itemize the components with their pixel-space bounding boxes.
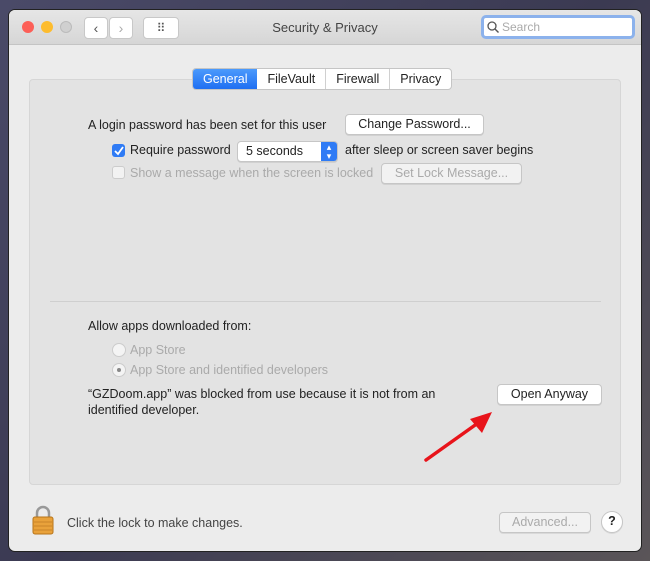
tab-firewall[interactable]: Firewall <box>325 69 389 89</box>
radio-identified-label: App Store and identified developers <box>130 363 329 377</box>
allow-apps-label: Allow apps downloaded from: <box>88 319 252 333</box>
show-message-label: Show a message when the screen is locked <box>130 166 374 180</box>
checkmark-icon <box>114 146 124 156</box>
general-panel: A login password has been set for this u… <box>29 79 621 485</box>
security-privacy-window: ‹ › ⠿ Security & Privacy Search General … <box>9 10 641 551</box>
delay-value: 5 seconds <box>246 144 303 158</box>
radio-identified-developers[interactable] <box>112 363 126 377</box>
stepper-chevrons-icon: ▴ ▾ <box>321 142 337 161</box>
change-password-button[interactable]: Change Password... <box>345 114 484 135</box>
blocked-message-line1: “GZDoom.app” was blocked from use becaus… <box>88 387 436 401</box>
search-input[interactable]: Search <box>481 15 635 39</box>
radio-app-store-label: App Store <box>130 343 186 357</box>
require-password-checkbox[interactable] <box>112 144 125 157</box>
tab-privacy[interactable]: Privacy <box>389 69 451 89</box>
show-message-checkbox[interactable] <box>112 166 125 179</box>
lock-icon[interactable] <box>32 505 54 535</box>
delay-select[interactable]: 5 seconds ▴ ▾ <box>237 141 338 162</box>
open-anyway-button[interactable]: Open Anyway <box>497 384 602 405</box>
radio-app-store[interactable] <box>112 343 126 357</box>
red-arrow-annotation-icon <box>424 412 492 462</box>
tab-general[interactable]: General <box>193 69 258 89</box>
set-lock-message-button[interactable]: Set Lock Message... <box>381 163 522 184</box>
help-button[interactable]: ? <box>601 511 623 533</box>
tab-filevault[interactable]: FileVault <box>257 69 325 89</box>
lock-text: Click the lock to make changes. <box>67 516 243 530</box>
search-placeholder: Search <box>502 20 541 34</box>
require-password-label: Require password <box>130 143 231 157</box>
divider <box>50 301 601 302</box>
advanced-button[interactable]: Advanced... <box>499 512 591 533</box>
login-password-text: A login password has been set for this u… <box>88 118 327 132</box>
tab-bar: General FileVault Firewall Privacy <box>192 68 453 90</box>
blocked-message-line2: identified developer. <box>88 403 200 417</box>
after-sleep-text: after sleep or screen saver begins <box>345 143 534 157</box>
title-bar: ‹ › ⠿ Security & Privacy Search <box>9 10 641 45</box>
search-icon <box>487 21 499 33</box>
